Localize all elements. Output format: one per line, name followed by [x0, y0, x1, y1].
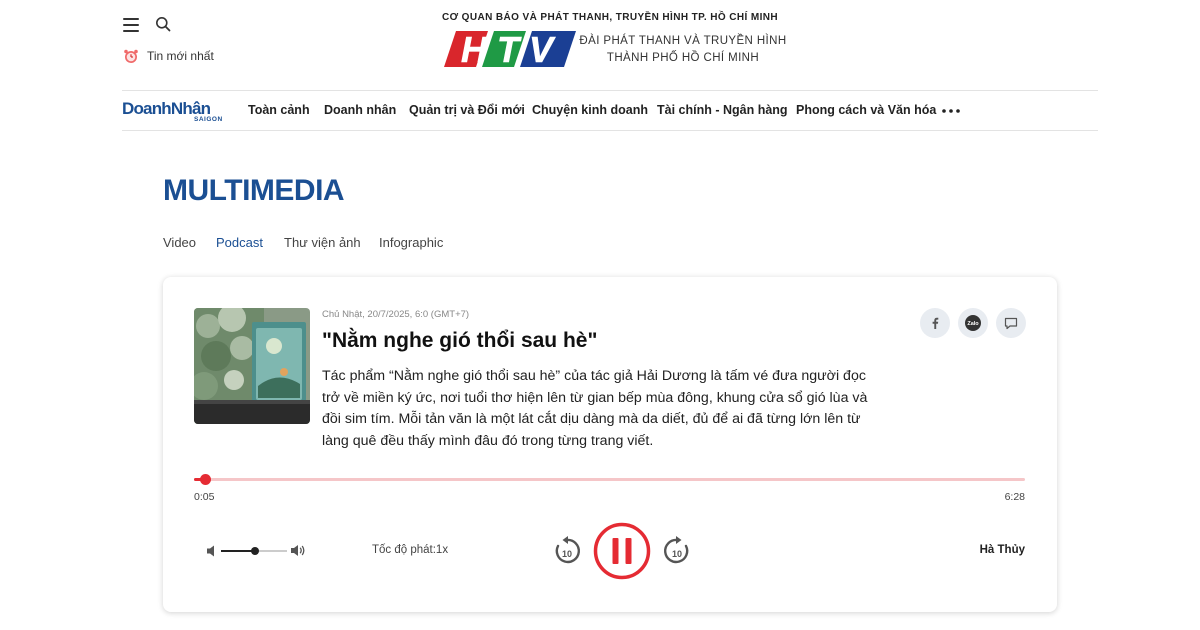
doanhnhan-saigon-logo[interactable]: DoanhNhân SAIGON: [122, 99, 230, 123]
nav-item-tai-chinh[interactable]: Tài chính - Ngân hàng: [657, 103, 788, 117]
comment-button[interactable]: [996, 308, 1026, 338]
station-line-1: ĐÀI PHÁT THANH VÀ TRUYỀN HÌNH: [579, 35, 787, 47]
tab-infographic[interactable]: Infographic: [379, 235, 443, 250]
progress-bar[interactable]: [194, 474, 1025, 485]
comment-icon: [1004, 317, 1018, 329]
tab-thu-vien-anh[interactable]: Thư viện ảnh: [284, 235, 361, 250]
podcast-author: Hà Thủy: [979, 544, 1025, 556]
current-time: 0:05: [194, 491, 215, 503]
nav-item-phong-cach[interactable]: Phong cách và Văn hóa: [796, 103, 936, 117]
duration-time: 6:28: [1004, 491, 1025, 503]
share-zalo-button[interactable]: Zalo: [958, 308, 988, 338]
htv-logo[interactable]: HTV: [444, 28, 576, 70]
latest-news-link[interactable]: Tin mới nhất: [123, 48, 263, 64]
podcast-thumbnail[interactable]: [194, 308, 310, 424]
volume-handle[interactable]: [251, 547, 260, 555]
podcast-date: Chủ Nhật, 20/7/2025, 6:0 (GMT+7): [322, 309, 470, 320]
podcast-description: Tác phẩm “Nằm nghe gió thổi sau hè” của …: [322, 368, 868, 449]
search-icon[interactable]: [155, 16, 171, 32]
zalo-icon: Zalo: [965, 315, 981, 331]
nav-item-toan-canh[interactable]: Toàn cảnh: [248, 103, 310, 117]
tab-podcast[interactable]: Podcast: [216, 235, 263, 250]
podcast-card: Chủ Nhật, 20/7/2025, 6:0 (GMT+7) "Nằm ng…: [163, 277, 1057, 612]
alarm-clock-icon: [124, 49, 138, 63]
nav-item-chuyen-kinh-doanh[interactable]: Chuyện kinh doanh: [532, 103, 648, 117]
zalo-label: Zalo: [967, 321, 979, 327]
playback-speed[interactable]: Tốc độ phát:1x: [372, 544, 448, 556]
nav-item-quan-tri[interactable]: Quản trị và Đổi mới: [409, 103, 525, 117]
nav-item-doanh-nhan[interactable]: Doanh nhân: [324, 103, 396, 117]
htv-logo-text: HTV: [461, 29, 563, 70]
volume-slider[interactable]: [221, 547, 287, 555]
station-name: ĐÀI PHÁT THANH VÀ TRUYỀN HÌNH THÀNH PHỐ …: [578, 33, 788, 67]
volume-high-icon[interactable]: [290, 543, 306, 558]
skip-forward-label: 10: [672, 549, 682, 559]
facebook-icon: [932, 317, 939, 329]
progress-handle[interactable]: [199, 474, 211, 485]
main-nav: DoanhNhân SAIGON Toàn cảnh Doanh nhân Qu…: [122, 90, 1098, 131]
agency-line: CƠ QUAN BÁO VÀ PHÁT THANH, TRUYỀN HÌNH T…: [441, 12, 779, 23]
section-title: MULTIMEDIA: [163, 174, 345, 207]
skip-back-label: 10: [562, 549, 572, 559]
share-facebook-button[interactable]: [920, 308, 950, 338]
brand-sub: SAIGON: [194, 116, 223, 123]
latest-news-label: Tin mới nhất: [147, 49, 214, 63]
hamburger-menu-icon[interactable]: [123, 18, 139, 32]
volume-fill: [221, 550, 256, 552]
htv-header: CƠ QUAN BÁO VÀ PHÁT THANH, TRUYỀN HÌNH T…: [430, 10, 790, 72]
skip-forward-10-icon[interactable]: 10: [661, 535, 693, 567]
skip-back-10-icon[interactable]: 10: [551, 535, 583, 567]
station-line-2: THÀNH PHỐ HỒ CHÍ MINH: [606, 52, 760, 64]
pause-icon[interactable]: [593, 522, 651, 580]
podcast-title[interactable]: "Nằm nghe gió thổi sau hè": [322, 329, 597, 353]
volume-low-icon[interactable]: [206, 544, 218, 558]
tab-video[interactable]: Video: [163, 235, 196, 250]
more-dots-icon[interactable]: [942, 109, 960, 113]
